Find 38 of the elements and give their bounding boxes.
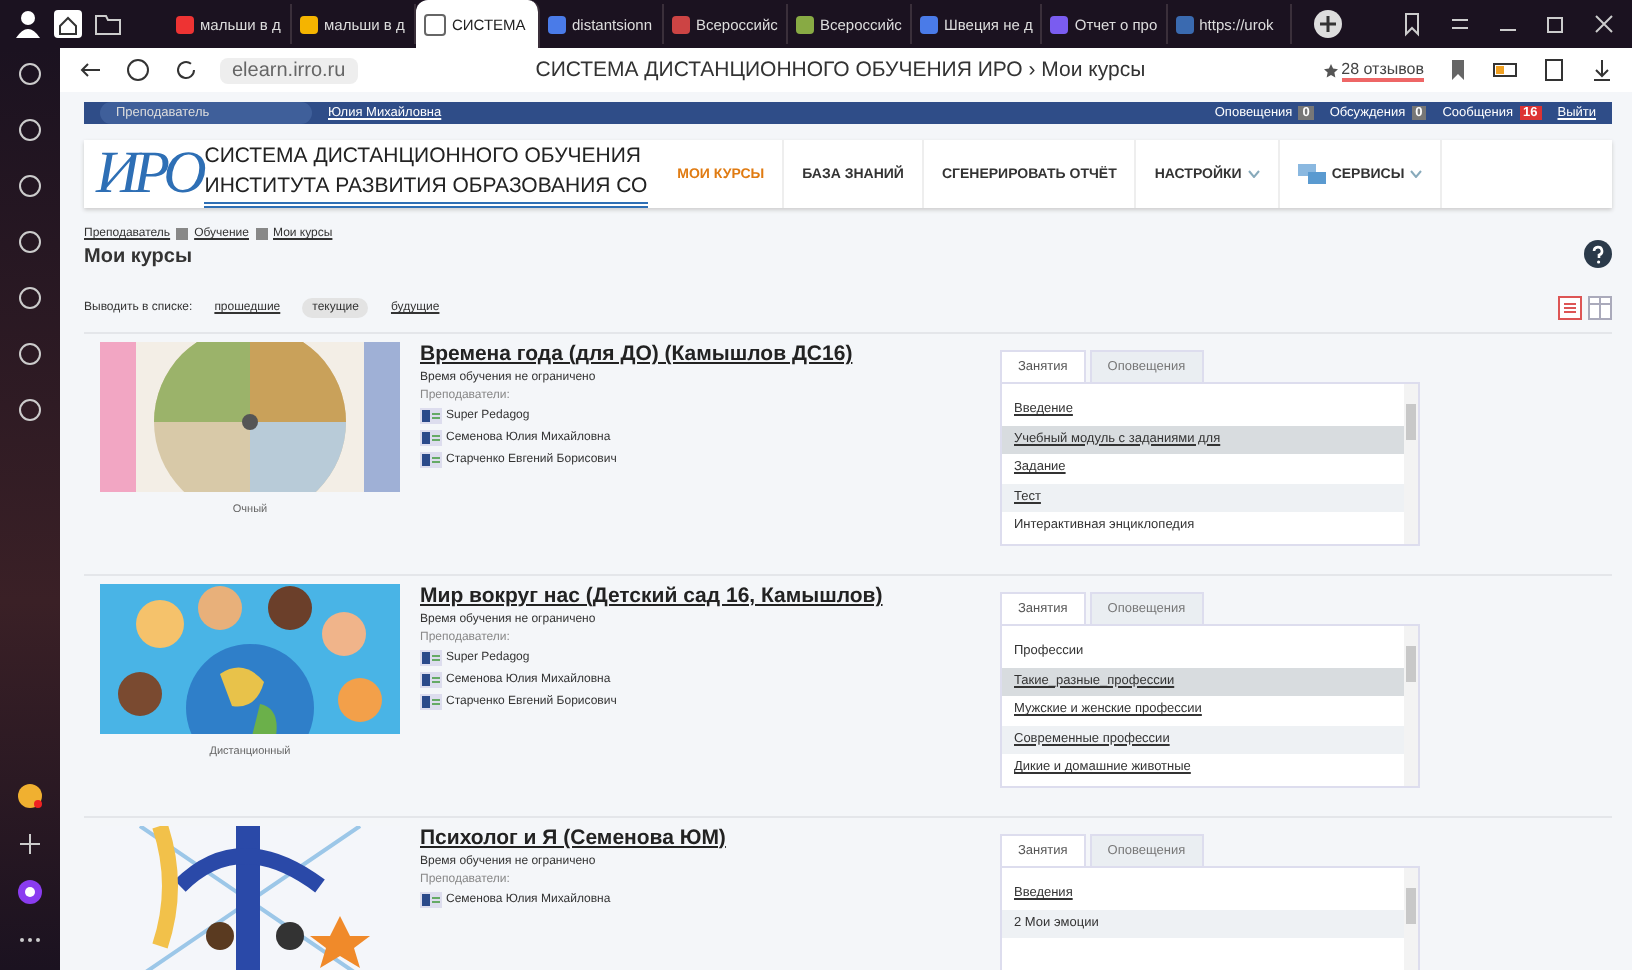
favicon-icon bbox=[1175, 15, 1194, 33]
favicon-icon bbox=[548, 15, 566, 33]
logo-text: ИНСТИТУТА РАЗВИТИЯ ОБРАЗОВАНИЯ СО bbox=[204, 171, 648, 201]
contact-card-icon bbox=[420, 452, 442, 468]
services-icon bbox=[1297, 164, 1326, 184]
logo-mark: ИРО bbox=[96, 140, 201, 208]
download-icon[interactable] bbox=[1588, 56, 1616, 84]
contact-card-icon bbox=[420, 650, 442, 666]
help-icon[interactable] bbox=[1584, 240, 1612, 268]
new-tab-icon[interactable] bbox=[1311, 8, 1344, 40]
scrollbar[interactable] bbox=[1404, 384, 1418, 544]
contact-card-icon bbox=[420, 430, 442, 446]
page-title: СИСТЕМА ДИСТАНЦИОННОГО ОБУЧЕНИЯ ИРО › Мои курсы bbox=[533, 58, 1148, 82]
course-title[interactable]: Мир вокруг нас (Детский сад 16, Камышлов) bbox=[420, 584, 1000, 608]
favicon-icon bbox=[672, 15, 690, 33]
course-title[interactable]: Психолог и Я (Семенова ЮМ) bbox=[420, 826, 1000, 850]
address-field[interactable]: elearn.irro.ru bbox=[220, 57, 358, 83]
contact-card-icon bbox=[420, 408, 442, 424]
plus-icon[interactable] bbox=[16, 830, 44, 858]
course-title[interactable]: Времена года (для ДО) (Камышлов ДС16) bbox=[420, 342, 1000, 366]
home-icon[interactable] bbox=[52, 8, 84, 40]
reviews-link[interactable]: 28 отзывов bbox=[1341, 59, 1424, 81]
page-heading: Мои курсы bbox=[84, 245, 193, 267]
favicon-icon bbox=[1050, 15, 1069, 33]
favicon-icon bbox=[300, 15, 318, 33]
scrollbar[interactable] bbox=[1404, 626, 1418, 786]
favicon-icon bbox=[176, 15, 194, 33]
reload-icon[interactable] bbox=[172, 56, 200, 84]
favicon-icon bbox=[920, 15, 938, 33]
contact-card-icon bbox=[420, 694, 442, 710]
contact-card-icon bbox=[420, 672, 442, 688]
logo-text: СИСТЕМА ДИСТАНЦИОННОГО ОБУЧЕНИЯ bbox=[204, 141, 643, 171]
profile-icon[interactable] bbox=[12, 8, 44, 40]
favicon-icon bbox=[424, 13, 446, 35]
list-view-icon[interactable] bbox=[1558, 296, 1582, 320]
contact-card-icon bbox=[420, 892, 442, 908]
favicon-icon bbox=[796, 15, 814, 33]
assistant-icon[interactable] bbox=[16, 878, 44, 906]
